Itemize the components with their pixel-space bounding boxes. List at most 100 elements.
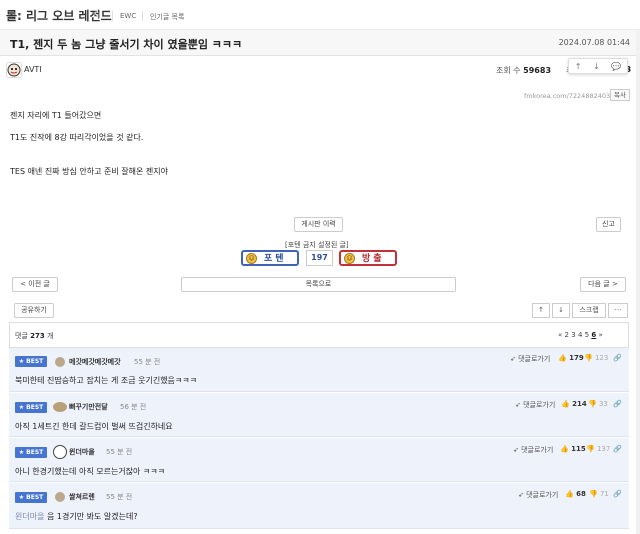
scrollbar[interactable] (636, 30, 640, 534)
pager-page[interactable]: 5 (585, 331, 589, 339)
copy-button[interactable]: 복사 (610, 89, 630, 101)
next-post-button[interactable]: 다음 글 > (580, 277, 626, 292)
link-icon[interactable]: 🔗 (613, 400, 622, 408)
smile-icon: ☺ (344, 253, 355, 264)
downvote-count: 33 (598, 400, 608, 408)
pager-page[interactable]: 2 (565, 331, 569, 339)
thumb-down-icon: 👎 (584, 354, 593, 362)
post-line: T1도 진작에 8강 따리각이었을 것 같다. (10, 133, 144, 142)
comment-nick[interactable]: 윈더마을 (69, 447, 95, 457)
downvote[interactable]: 👎 123 (584, 354, 608, 362)
views-label: 조회 수 (496, 66, 521, 75)
link-icon[interactable]: 🔗 (613, 490, 622, 498)
best-badge: ★ BEST (15, 356, 47, 367)
avatar[interactable] (55, 492, 65, 502)
reply-icon: ➶ (510, 355, 516, 363)
best-badge: ★ BEST (15, 492, 47, 503)
pager-page[interactable]: 4 (578, 331, 582, 339)
downvote-count: 71 (599, 490, 609, 498)
pager-page[interactable]: 3 (571, 331, 575, 339)
upvote-count: 214 (572, 400, 587, 408)
author-name[interactable]: AVTI (24, 65, 42, 74)
avatar[interactable] (55, 357, 65, 367)
reply-label: 댓글로가기 (526, 491, 559, 499)
reply-link[interactable]: ➶ 댓글로가기 (518, 490, 558, 500)
upvote[interactable]: 👍 214 (561, 400, 587, 408)
dog-avatar-icon[interactable] (53, 445, 67, 459)
reply-link[interactable]: ➶ 댓글로가기 (510, 354, 550, 364)
post-line: TES 애넨 진짜 방심 안하고 준비 잘해온 젠지야 (10, 167, 168, 176)
pager-current[interactable]: 6 (591, 331, 596, 339)
downvote-count: 137 (596, 445, 611, 453)
comment-item: ★ BEST 쌀쳐르렌 55 분 전 ➶ 댓글로가기 👍 68 👎 71 🔗 윈… (9, 483, 629, 529)
arrow-up-icon[interactable]: ↑ (532, 303, 550, 318)
history-button[interactable]: 게시판 이력 (294, 217, 343, 232)
comment-body: 음 1경기만 봐도 알겠는데? (47, 512, 138, 521)
report-button[interactable]: 신고 (596, 217, 621, 232)
comment-count-label: 댓글 (15, 332, 28, 340)
pager-last[interactable]: » (598, 331, 602, 339)
pager-first[interactable]: « (558, 331, 562, 339)
avatar[interactable] (53, 402, 67, 412)
comment-pager: « 2 3 4 5 6 » (558, 331, 603, 339)
reply-label: 댓글로가기 (523, 401, 556, 409)
comment-count-unit: 개 (46, 332, 54, 340)
comment-time: 55 분 전 (106, 493, 133, 501)
downvote[interactable]: 👎 33 (588, 400, 608, 408)
floating-toolbar: ↑ ↓ 💬 (568, 58, 628, 74)
downvote[interactable]: 👎 137 (586, 445, 610, 453)
reply-icon: ➶ (518, 491, 524, 499)
thumb-down-icon: 👎 (588, 400, 597, 408)
arrow-down-icon[interactable]: ↓ (552, 303, 570, 318)
arrow-down-icon[interactable]: ↓ (593, 62, 600, 71)
author-avatar[interactable] (6, 62, 22, 78)
link-icon[interactable]: 🔗 (613, 354, 622, 362)
crumb-popular[interactable]: 인기글 목록 (150, 12, 184, 22)
thumb-up-icon: 👍 (565, 490, 574, 498)
more-button[interactable]: ··· (608, 303, 628, 318)
comment-nick[interactable]: 메갓메갓메갓메갓 (69, 357, 121, 367)
comment-time: 55 분 전 (134, 358, 161, 366)
link-icon[interactable]: 🔗 (613, 445, 622, 453)
view-count: 조회 수 59683 (496, 65, 551, 76)
downvote-count: 123 (594, 354, 609, 362)
comment-nick[interactable]: 쌀쳐르렌 (69, 492, 95, 502)
thumb-down-icon: 👎 (589, 490, 598, 498)
comment-icon[interactable]: 💬 (611, 62, 621, 71)
upvote-count: 115 (571, 445, 586, 453)
source-link[interactable]: fmkorea.com/7224882403 (524, 92, 610, 100)
vote-up-button[interactable]: ☺ 포텐 (241, 250, 299, 266)
star-icon[interactable]: ☆ (91, 7, 102, 21)
arrow-up-icon[interactable]: ↑ (575, 62, 582, 71)
views-value: 59683 (523, 66, 552, 75)
comment-count: 댓글 273 개 (15, 331, 53, 341)
comment-time: 56 분 전 (120, 403, 147, 411)
post-line: 젠지 자리에 T1 들어갔으면 (10, 111, 102, 120)
list-button[interactable]: 목록으로 (181, 277, 456, 292)
comment-time: 55 분 전 (106, 448, 133, 456)
reply-link[interactable]: ➶ 댓글로가기 (513, 445, 553, 455)
thumb-up-icon: 👍 (558, 354, 567, 362)
comment-text: 북미한테 진땀승하고 잡치는 게 조금 웃기긴했음ㅋㅋㅋ (15, 376, 197, 385)
reply-link[interactable]: ➶ 댓글로가기 (515, 400, 555, 410)
thumb-up-icon: 👍 (560, 445, 569, 453)
vote-up-label: 포텐 (264, 254, 287, 264)
crumb-ewc[interactable]: EWC (120, 12, 136, 20)
divider (142, 11, 143, 21)
prev-post-button[interactable]: < 이전 글 (12, 277, 58, 292)
smile-icon: ☺ (246, 253, 257, 264)
comment-item: ★ BEST 메갓메갓메갓메갓 55 분 전 ➶ 댓글로가기 👍 179 👎 1… (9, 348, 629, 392)
comment-item: ★ BEST 뻐꾸기만전달 56 분 전 ➶ 댓글로가기 👍 214 👎 33 … (9, 393, 629, 437)
scrap-button[interactable]: 스크랩 (572, 303, 606, 318)
upvote[interactable]: 👍 115 (560, 445, 586, 453)
share-button[interactable]: 공유하기 (14, 303, 54, 318)
mention[interactable]: 윈더마을 (15, 512, 44, 521)
comment-count-value: 273 (30, 332, 45, 340)
downvote[interactable]: 👎 71 (589, 490, 609, 498)
comment-text: 아니 한경기했는데 아직 모르는거잖아 ㅋㅋㅋ (15, 467, 166, 476)
upvote[interactable]: 👍 179 (558, 354, 584, 362)
upvote[interactable]: 👍 68 (565, 490, 586, 498)
divider (112, 11, 113, 21)
comment-nick[interactable]: 뻐꾸기만전달 (69, 402, 108, 412)
vote-down-button[interactable]: ☺ 방출 (339, 250, 397, 266)
